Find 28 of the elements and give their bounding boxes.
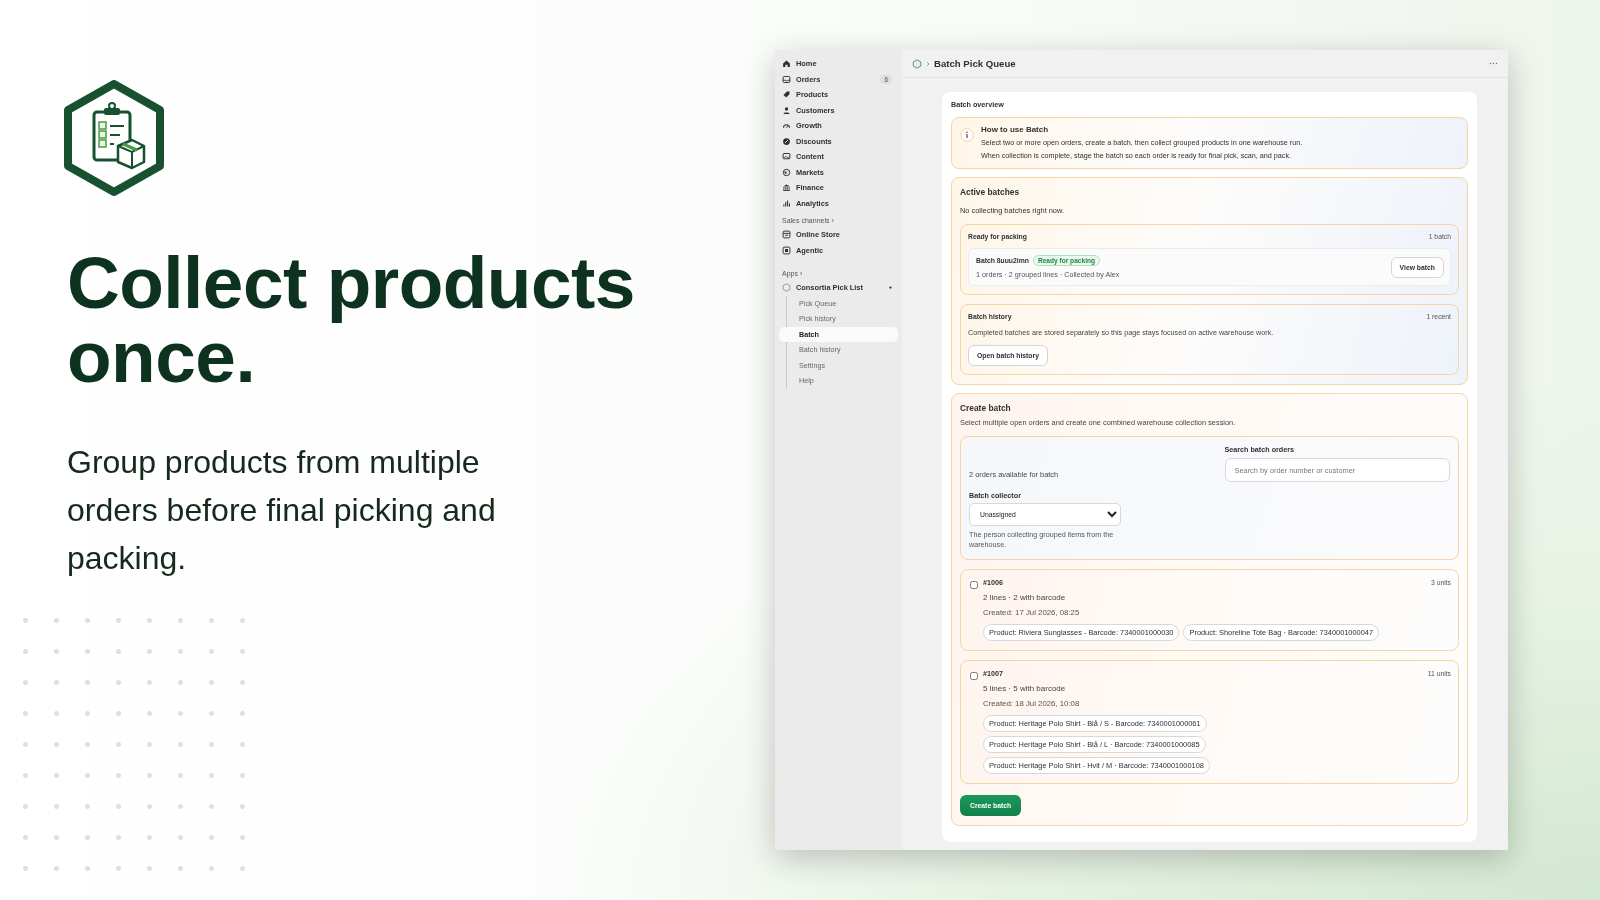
chevron-right-icon (926, 60, 930, 67)
globe-icon (782, 167, 791, 177)
order-lines: 2 lines · 2 with barcode (983, 593, 1067, 602)
bank-icon (782, 183, 791, 193)
headline: Collect products once. (67, 246, 636, 394)
banner-title: How to use Batch (981, 125, 1050, 134)
hexagon-icon (912, 58, 922, 69)
panel-title: Create batch (960, 403, 1012, 413)
subheadline: Group products from multiple orders before final picking and packing. (67, 443, 497, 578)
page-title: Batch Pick Queue (934, 58, 1017, 69)
image-icon (782, 152, 791, 162)
storefront-icon (782, 230, 791, 240)
order-checkbox[interactable] (970, 581, 978, 589)
pin-icon (889, 286, 892, 290)
order-checkbox[interactable] (970, 672, 978, 680)
person-icon (782, 105, 791, 115)
tag-icon (782, 90, 791, 100)
home-icon (782, 59, 791, 69)
panel-title: Active batches (960, 187, 1021, 197)
inbox-icon (782, 74, 791, 84)
discount-icon (782, 136, 791, 146)
bar-chart-icon (782, 198, 791, 208)
order-lines: 5 lines · 5 with barcode (983, 684, 1067, 693)
info-icon (960, 128, 974, 142)
grid-icon (782, 245, 791, 255)
more-button[interactable] (1487, 60, 1500, 67)
hexagon-icon (782, 283, 791, 293)
gauge-icon (782, 121, 791, 131)
